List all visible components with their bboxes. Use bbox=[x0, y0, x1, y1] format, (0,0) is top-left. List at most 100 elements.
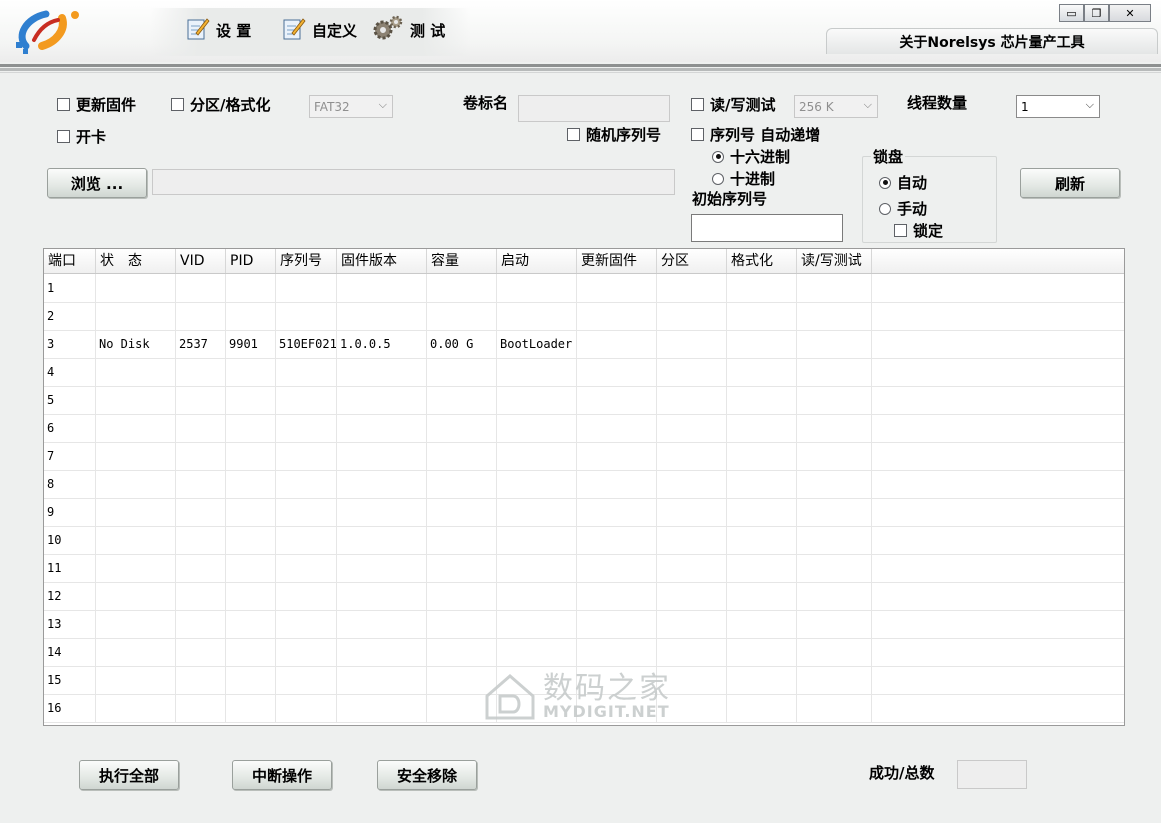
serial-auto-increment-checkbox[interactable]: 序列号 自动递增 bbox=[691, 124, 820, 145]
column-header[interactable]: 序列号 bbox=[276, 249, 337, 273]
checkbox-box[interactable] bbox=[57, 98, 70, 111]
radio-unselected[interactable] bbox=[879, 202, 891, 215]
column-header[interactable]: 启动 bbox=[497, 249, 577, 273]
table-cell bbox=[96, 442, 176, 470]
table-cell bbox=[176, 358, 226, 386]
initial-serial-input[interactable] bbox=[691, 214, 843, 242]
radio-selected[interactable] bbox=[712, 150, 724, 163]
table-cell bbox=[497, 302, 577, 330]
column-header[interactable]: PID bbox=[226, 249, 276, 273]
table-row[interactable]: 9 bbox=[44, 498, 1124, 527]
table-row[interactable]: 5 bbox=[44, 386, 1124, 415]
table-cell bbox=[577, 414, 657, 442]
table-row[interactable]: 14 bbox=[44, 638, 1124, 667]
column-header[interactable]: 容量 bbox=[427, 249, 497, 273]
table-cell: No Disk bbox=[96, 330, 176, 358]
safe-remove-button[interactable]: 安全移除 bbox=[377, 760, 477, 790]
close-icon[interactable]: ✕ bbox=[1109, 4, 1151, 22]
table-cell: 6 bbox=[44, 414, 96, 442]
table-row[interactable]: 6 bbox=[44, 414, 1124, 443]
table-cell bbox=[727, 302, 797, 330]
table-cell bbox=[96, 666, 176, 694]
column-header[interactable]: 状 态 bbox=[96, 249, 176, 273]
checkbox-box[interactable] bbox=[691, 98, 704, 111]
minimize-icon[interactable]: ▭ bbox=[1059, 4, 1084, 22]
refresh-button[interactable]: 刷新 bbox=[1020, 168, 1120, 198]
run-all-button[interactable]: 执行全部 bbox=[79, 760, 179, 790]
table-row[interactable]: 3No Disk25379901510EF021B1.0.0.50.00 GBo… bbox=[44, 330, 1124, 359]
decimal-radio[interactable]: 十进制 bbox=[712, 168, 775, 189]
radio-selected[interactable] bbox=[879, 176, 891, 189]
column-header[interactable]: 读/写测试 bbox=[797, 249, 872, 273]
table-cell bbox=[337, 442, 427, 470]
partition-format-checkbox[interactable]: 分区/格式化 bbox=[171, 94, 270, 115]
lock-lock-checkbox[interactable]: 锁定 bbox=[894, 220, 943, 241]
lock-manual-radio[interactable]: 手动 bbox=[879, 198, 927, 219]
table-cell: 8 bbox=[44, 470, 96, 498]
table-row[interactable]: 1 bbox=[44, 274, 1124, 303]
rw-size-select[interactable]: 256 K ⌵ bbox=[794, 95, 878, 118]
table-cell: 9901 bbox=[226, 330, 276, 358]
table-row[interactable]: 13 bbox=[44, 610, 1124, 639]
checkbox-box[interactable] bbox=[567, 128, 580, 141]
table-cell: 5 bbox=[44, 386, 96, 414]
hex-radio[interactable]: 十六进制 bbox=[712, 146, 790, 167]
table-row[interactable]: 2 bbox=[44, 302, 1124, 331]
table-cell bbox=[657, 582, 727, 610]
table-cell bbox=[226, 638, 276, 666]
filesystem-select[interactable]: FAT32 ⌵ bbox=[309, 95, 393, 118]
browse-button[interactable]: 浏览 ... bbox=[47, 168, 147, 198]
column-header[interactable]: 格式化 bbox=[727, 249, 797, 273]
header-divider bbox=[0, 68, 1161, 71]
table-row[interactable]: 8 bbox=[44, 470, 1124, 499]
table-cell bbox=[276, 498, 337, 526]
rw-test-label: 读/写测试 bbox=[710, 96, 776, 114]
checkbox-box[interactable] bbox=[57, 130, 70, 143]
table-cell bbox=[226, 554, 276, 582]
abort-button[interactable]: 中断操作 bbox=[232, 760, 332, 790]
table-row[interactable]: 11 bbox=[44, 554, 1124, 583]
restore-icon[interactable]: ❐ bbox=[1084, 4, 1109, 22]
tab-custom[interactable]: 自定义 bbox=[282, 10, 357, 50]
table-cell bbox=[727, 470, 797, 498]
tab-settings[interactable]: 设 置 bbox=[186, 10, 251, 50]
update-firmware-checkbox[interactable]: 更新固件 bbox=[57, 94, 136, 115]
thread-count-select[interactable]: 1 ⌵ bbox=[1016, 95, 1100, 118]
table-cell bbox=[577, 302, 657, 330]
table-row[interactable]: 12 bbox=[44, 582, 1124, 611]
lock-auto-radio[interactable]: 自动 bbox=[879, 172, 927, 193]
rw-test-checkbox[interactable]: 读/写测试 bbox=[691, 94, 775, 115]
table-cell bbox=[427, 274, 497, 302]
watermark-cn: 数码之家 bbox=[543, 671, 671, 706]
about-button[interactable]: 关于Norelsys 芯片量产工具 bbox=[826, 28, 1158, 54]
table-cell bbox=[226, 274, 276, 302]
table-cell bbox=[657, 638, 727, 666]
decimal-label: 十进制 bbox=[730, 170, 776, 188]
tab-test[interactable]: 测 试 bbox=[372, 10, 445, 50]
checkbox-box[interactable] bbox=[691, 128, 704, 141]
radio-unselected[interactable] bbox=[712, 172, 724, 185]
update-firmware-label: 更新固件 bbox=[76, 96, 137, 114]
column-header[interactable]: 分区 bbox=[657, 249, 727, 273]
checkbox-box[interactable] bbox=[171, 98, 184, 111]
open-card-checkbox[interactable]: 开卡 bbox=[57, 126, 106, 147]
success-total-display bbox=[957, 760, 1027, 789]
table-row[interactable]: 7 bbox=[44, 442, 1124, 471]
column-header[interactable]: VID bbox=[176, 249, 226, 273]
table-cell bbox=[96, 526, 176, 554]
checkbox-box[interactable] bbox=[894, 224, 907, 237]
column-header[interactable]: 更新固件 bbox=[577, 249, 657, 273]
table-cell bbox=[276, 386, 337, 414]
table-cell bbox=[96, 274, 176, 302]
column-header[interactable]: 固件版本 bbox=[337, 249, 427, 273]
volume-label-input[interactable] bbox=[518, 95, 670, 122]
table-row[interactable]: 10 bbox=[44, 526, 1124, 555]
random-serial-checkbox[interactable]: 随机序列号 bbox=[567, 124, 661, 145]
table-row[interactable]: 4 bbox=[44, 358, 1124, 387]
firmware-path-input[interactable] bbox=[152, 169, 675, 195]
header-divider bbox=[0, 72, 1161, 73]
table-cell bbox=[727, 694, 797, 722]
column-header[interactable]: 端口 bbox=[44, 249, 96, 273]
table-cell bbox=[337, 582, 427, 610]
table-cell bbox=[176, 442, 226, 470]
